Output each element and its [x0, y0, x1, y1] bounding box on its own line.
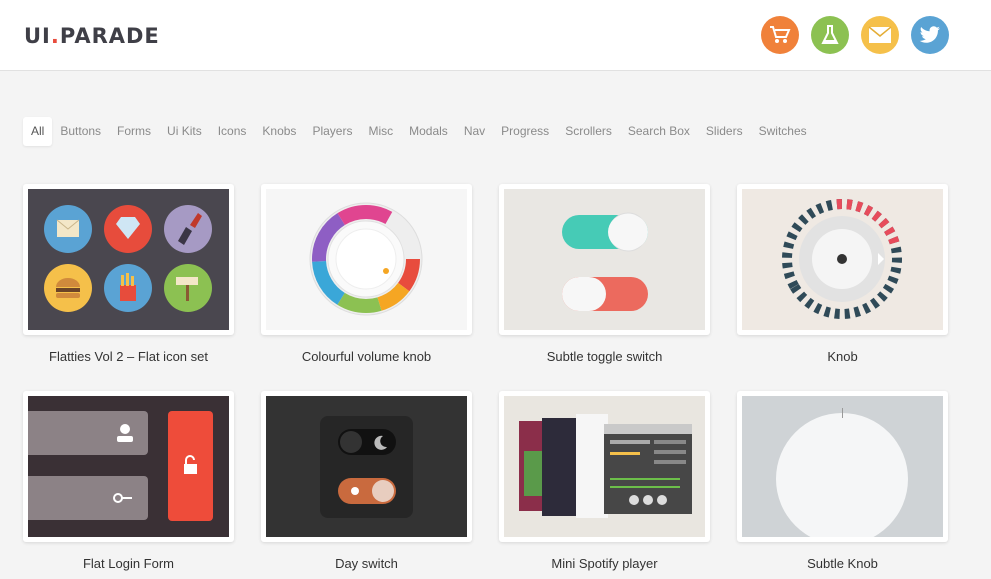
- thumbnail-image: [742, 189, 943, 330]
- card-title[interactable]: Colourful volume knob: [261, 349, 472, 364]
- filter-nav[interactable]: Nav: [456, 117, 493, 146]
- subtle-knob-thumbnail[interactable]: [737, 391, 948, 542]
- filter-search-box[interactable]: Search Box: [620, 117, 698, 146]
- logo-text-right: PARADE: [59, 24, 160, 48]
- thumbnail-image: [504, 396, 705, 537]
- logo-dot: .: [50, 24, 60, 48]
- card-title[interactable]: Knob: [737, 349, 948, 364]
- logo-text-left: UI: [24, 24, 51, 48]
- card-title[interactable]: Subtle Knob: [737, 556, 948, 571]
- filter-sliders[interactable]: Sliders: [698, 117, 751, 146]
- gallery-card[interactable]: Flatties Vol 2 – Flat icon set: [23, 184, 234, 364]
- thumbnail-image: [266, 396, 467, 537]
- filter-modals[interactable]: Modals: [401, 117, 456, 146]
- spotify-player-thumbnail[interactable]: [499, 391, 710, 542]
- flask-icon[interactable]: [811, 16, 849, 54]
- gallery-card[interactable]: Colourful volume knob: [261, 184, 472, 364]
- category-filter-bar: All Buttons Forms Ui Kits Icons Knobs Players M…: [23, 117, 815, 146]
- login-form-thumbnail[interactable]: [23, 391, 234, 542]
- gallery-card[interactable]: Subtle Knob: [737, 391, 948, 571]
- flat-icon-set-thumbnail[interactable]: [23, 184, 234, 335]
- filter-players[interactable]: Players: [304, 117, 360, 146]
- cart-icon[interactable]: [761, 16, 799, 54]
- gallery-card[interactable]: Subtle toggle switch: [499, 184, 710, 364]
- gallery-card[interactable]: Knob: [737, 184, 948, 364]
- mail-icon[interactable]: [861, 16, 899, 54]
- filter-progress[interactable]: Progress: [493, 117, 557, 146]
- filter-misc[interactable]: Misc: [360, 117, 401, 146]
- card-title[interactable]: Day switch: [261, 556, 472, 571]
- thumbnail-image: [28, 189, 229, 330]
- filter-forms[interactable]: Forms: [109, 117, 159, 146]
- volume-knob-thumbnail[interactable]: [261, 184, 472, 335]
- card-title[interactable]: Flat Login Form: [23, 556, 234, 571]
- thumbnail-image: [266, 189, 467, 330]
- site-logo[interactable]: UI.PARADE: [24, 24, 160, 48]
- filter-scrollers[interactable]: Scrollers: [557, 117, 620, 146]
- gallery-card[interactable]: Mini Spotify player: [499, 391, 710, 571]
- card-title[interactable]: Mini Spotify player: [499, 556, 710, 571]
- toggle-switch-thumbnail[interactable]: [499, 184, 710, 335]
- thumbnail-image: [504, 189, 705, 330]
- gallery-card[interactable]: Day switch: [261, 391, 472, 571]
- thumbnail-image: [742, 396, 943, 537]
- twitter-icon[interactable]: [911, 16, 949, 54]
- filter-ui-kits[interactable]: Ui Kits: [159, 117, 210, 146]
- filter-knobs[interactable]: Knobs: [254, 117, 304, 146]
- day-switch-thumbnail[interactable]: [261, 391, 472, 542]
- gallery-card[interactable]: Flat Login Form: [23, 391, 234, 571]
- thumbnail-image: [28, 396, 229, 537]
- site-header: UI.PARADE: [0, 0, 991, 71]
- filter-buttons[interactable]: Buttons: [52, 117, 109, 146]
- filter-switches[interactable]: Switches: [751, 117, 815, 146]
- filter-icons[interactable]: Icons: [210, 117, 255, 146]
- card-title[interactable]: Flatties Vol 2 – Flat icon set: [23, 349, 234, 364]
- knob-thumbnail[interactable]: [737, 184, 948, 335]
- card-title[interactable]: Subtle toggle switch: [499, 349, 710, 364]
- filter-all[interactable]: All: [23, 117, 53, 146]
- header-icon-group: [761, 16, 949, 54]
